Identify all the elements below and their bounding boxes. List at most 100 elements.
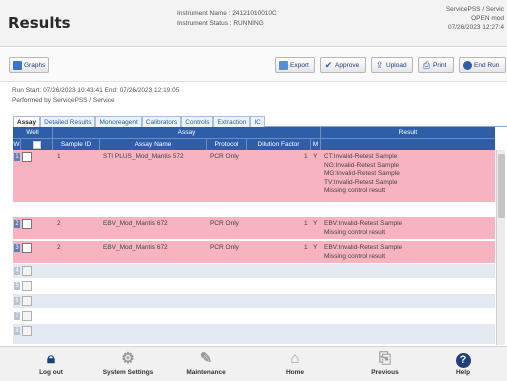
instrument-name: Instrument Name : 24121010010C: [177, 10, 277, 17]
approve-label: Approve: [335, 61, 360, 69]
tab-extraction[interactable]: Extraction: [213, 116, 251, 127]
row-checkbox[interactable]: [22, 219, 32, 229]
cell-result: EBV:Invalid-Retest Sample Missing contro…: [324, 220, 402, 237]
select-all-box[interactable]: [32, 140, 41, 149]
system-settings-button[interactable]: ⚙ System Settings: [88, 350, 168, 381]
row-checkbox[interactable]: [22, 296, 32, 306]
tab-monoreagent[interactable]: Monoreagent: [95, 116, 142, 127]
help-label: Help: [455, 369, 471, 376]
graph-icon: [13, 60, 22, 70]
table-row[interactable]: 3 2 EBV_Mod_Mantis 672 PCR Only 1 Y EBV:…: [13, 241, 495, 264]
end-run-label: End Run: [474, 61, 500, 69]
row-checkbox[interactable]: [22, 326, 32, 336]
row-number: 2: [14, 220, 20, 228]
table-scrollbar[interactable]: [496, 150, 505, 345]
result-line: Missing control result: [324, 187, 386, 194]
tab-ic[interactable]: IC: [250, 116, 265, 127]
home-label: Home: [285, 369, 305, 376]
row-checkbox[interactable]: [22, 152, 32, 162]
col-m[interactable]: M: [311, 139, 321, 150]
end-run-icon: [463, 60, 472, 70]
select-all-checkbox[interactable]: [21, 139, 53, 150]
end-run-button[interactable]: End Run: [459, 57, 506, 73]
col-result: [321, 139, 495, 150]
upload-button[interactable]: ⇪ Upload: [371, 57, 413, 73]
tab-controls[interactable]: Controls: [181, 116, 214, 127]
cell-sample-id: 2: [57, 220, 61, 227]
help-icon: ?: [423, 350, 503, 368]
cell-sample-id: 1: [57, 153, 61, 160]
col-sample-id[interactable]: Sample ID: [53, 139, 100, 150]
checkmark-icon: ✔: [324, 59, 333, 70]
result-line: Missing control result: [324, 228, 386, 236]
row-number: 1: [14, 153, 20, 161]
table-row[interactable]: 2 2 EBV_Mod_Mantis 672 PCR Only 1 Y EBV:…: [13, 217, 495, 240]
mode-label: OPEN mod: [471, 15, 504, 22]
cell-protocol: PCR Only: [210, 153, 239, 160]
cell-assay-name: EBV_Mod_Mantis 672: [103, 244, 168, 251]
result-line: NG:Invalid-Retest Sample: [324, 161, 400, 169]
home-button[interactable]: ⌂ Home: [255, 350, 335, 381]
tab-detailed-results[interactable]: Detailed Results: [40, 116, 96, 127]
row-checkbox[interactable]: [22, 281, 32, 291]
row-number: 4: [14, 267, 20, 275]
cell-protocol: PCR Only: [210, 244, 239, 251]
assay-group-header: Assay: [53, 127, 321, 138]
row-number: 6: [14, 297, 20, 305]
print-label: Print: [433, 61, 447, 69]
col-w: W: [13, 139, 21, 150]
print-icon: ⎙: [422, 59, 431, 70]
cell-dilution-factor: 1: [304, 153, 308, 160]
user-name: ServicePSS / Servic: [445, 6, 504, 13]
col-protocol[interactable]: Protocol: [207, 139, 247, 150]
graphs-label: Graphs: [24, 61, 46, 69]
previous-button[interactable]: ⎘ Previous: [345, 350, 425, 381]
row-number: 5: [14, 282, 20, 290]
cell-m: Y: [313, 153, 318, 160]
well-group-header: Well: [13, 127, 53, 138]
cell-result: CT:Invalid-Retest Sample NG:Invalid-Rete…: [324, 153, 400, 196]
footer-nav: 🔒︎ Log out ⚙ System Settings ✎ Maintenan…: [0, 346, 507, 381]
row-number: 7: [14, 312, 20, 320]
performed-by: Performed by ServicePSS / Service: [12, 97, 115, 104]
run-times: Run Start: 07/26/2023 10:43:41 End: 07/2…: [12, 87, 180, 94]
results-tabs: Assay Detailed Results Monoreagent Calib…: [13, 116, 507, 127]
result-line: MG:Invalid-Retest Sample: [324, 170, 400, 177]
cell-dilution-factor: 1: [304, 244, 308, 251]
table-row[interactable]: 1 1 STI PLUS_Mod_Mantis 572 PCR Only 1 Y…: [13, 150, 495, 203]
header-bar: Results Instrument Name : 24121010010C I…: [0, 0, 507, 47]
graphs-button[interactable]: Graphs: [9, 57, 49, 73]
results-table: Well Assay Result W Sample ID Assay Name…: [13, 127, 495, 345]
empty-row[interactable]: 5: [13, 279, 495, 294]
empty-row[interactable]: 7: [13, 309, 495, 324]
row-checkbox[interactable]: [22, 311, 32, 321]
table-column-header: W Sample ID Assay Name Protocol Dilution…: [13, 138, 495, 150]
help-button[interactable]: ? Help: [423, 350, 503, 381]
scrollbar-thumb[interactable]: [498, 154, 505, 218]
export-label: Export: [290, 61, 309, 69]
tab-calibrators[interactable]: Calibrators: [141, 116, 182, 127]
row-checkbox[interactable]: [22, 266, 32, 276]
export-button[interactable]: Export: [275, 57, 315, 73]
home-icon: ⌂: [290, 350, 300, 367]
cell-m: Y: [313, 220, 318, 227]
table-group-header: Well Assay Result: [13, 127, 495, 138]
row-checkbox[interactable]: [22, 243, 32, 253]
tab-assay[interactable]: Assay: [13, 116, 41, 127]
empty-row[interactable]: 6: [13, 294, 495, 309]
col-assay-name[interactable]: Assay Name: [100, 139, 207, 150]
cell-assay-name: STI PLUS_Mod_Mantis 572: [103, 153, 184, 160]
result-group-header: Result: [398, 129, 418, 136]
upload-icon: ⇪: [375, 59, 384, 70]
cell-assay-name: EBV_Mod_Mantis 672: [103, 220, 168, 227]
empty-row[interactable]: 4: [13, 264, 495, 279]
print-button[interactable]: ⎙ Print: [418, 57, 454, 73]
approve-button[interactable]: ✔ Approve: [320, 57, 366, 73]
log-out-button[interactable]: 🔒︎ Log out: [11, 350, 91, 381]
log-out-label: Log out: [39, 369, 63, 376]
empty-row[interactable]: 8: [13, 324, 495, 345]
wrench-icon: ✎: [199, 350, 213, 367]
col-dilution-factor[interactable]: Dilution Factor: [247, 139, 311, 150]
maintenance-button[interactable]: ✎ Maintenance: [166, 350, 246, 381]
export-icon: [279, 60, 288, 70]
